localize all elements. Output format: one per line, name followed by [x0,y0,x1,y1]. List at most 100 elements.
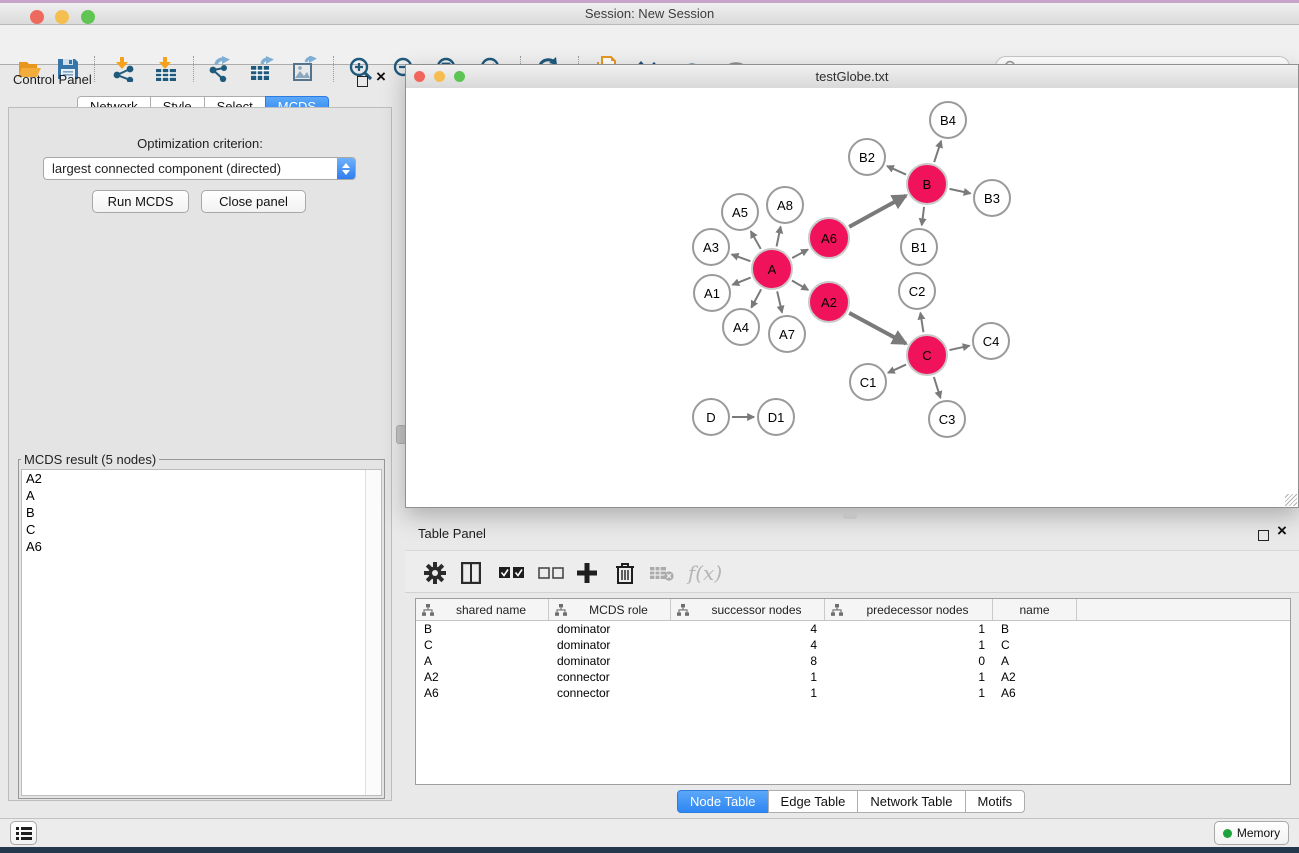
mcds-result-list[interactable]: A2 A B C A6 [21,469,382,796]
status-menu-button[interactable] [10,821,37,845]
graph-node-B2[interactable]: B2 [848,138,886,176]
table-row[interactable]: A6 connector 1 1 A6 [416,685,1290,701]
memory-status-icon [1223,829,1232,838]
control-panel-title: Control Panel [13,72,92,87]
table-row[interactable]: A2 connector 1 1 A2 [416,669,1290,685]
result-item[interactable]: A2 [22,470,381,487]
graph-node-D1[interactable]: D1 [757,398,795,436]
hierarchy-icon [555,604,567,616]
tab-node-table[interactable]: Node Table [677,790,769,813]
float-window-icon [357,76,368,87]
toolbar-separator [94,56,96,82]
export-network-button[interactable] [205,54,235,84]
delete-table-button[interactable] [647,558,677,588]
split-panel-button[interactable] [456,558,486,588]
table-settings-button[interactable] [420,558,450,588]
tab-motifs[interactable]: Motifs [965,790,1026,813]
float-window-icon [1258,530,1269,541]
show-all-columns-button[interactable] [497,558,527,588]
graph-node-B3[interactable]: B3 [973,179,1011,217]
close-traffic-light[interactable] [30,10,44,24]
status-bar [0,818,1299,847]
toolbar-separator [193,56,195,82]
memory-button[interactable]: Memory [1214,821,1289,845]
graph-node-D[interactable]: D [692,398,730,436]
result-scrollbar[interactable] [365,470,381,795]
minimize-traffic-light[interactable] [55,10,69,24]
graph-node-A8[interactable]: A8 [766,186,804,224]
result-item[interactable]: B [22,504,381,521]
hscroll-thumb[interactable] [843,511,857,519]
main-titlebar: Session: New Session [0,3,1299,25]
tab-network-table[interactable]: Network Table [857,790,965,813]
tab-edge-table[interactable]: Edge Table [768,790,859,813]
maximize-traffic-light[interactable] [81,10,95,24]
toolbar-separator [333,56,335,82]
fx-label: f(x) [688,561,722,585]
result-item[interactable]: A6 [22,538,381,555]
graph-node-B1[interactable]: B1 [900,228,938,266]
hierarchy-icon [677,604,689,616]
run-mcds-button[interactable]: Run MCDS [92,190,189,213]
criterion-dropdown[interactable]: largest connected component (directed) [43,157,356,180]
function-builder-button[interactable]: f(x) [683,558,727,588]
graph-node-A[interactable]: A [751,248,793,290]
control-panel-close-button[interactable]: × [376,72,386,82]
main-toolbar [0,25,1299,65]
column-header-predecessor-nodes[interactable]: predecessor nodes [825,599,993,620]
node-table[interactable]: shared name MCDS role successor nodes pr… [415,598,1291,785]
result-item[interactable]: C [22,521,381,538]
minimize-traffic-light[interactable] [434,71,445,82]
delete-column-button[interactable] [610,558,640,588]
network-pane-hscroll[interactable] [405,511,1299,519]
table-panel-tabs: Node Table Edge Table Network Table Moti… [677,790,1025,813]
criterion-value: largest connected component (directed) [44,161,337,176]
graph-node-C3[interactable]: C3 [928,400,966,438]
graph-node-A6[interactable]: A6 [808,217,850,259]
split-view-icon [461,562,481,584]
desktop-strip [0,847,1299,853]
graph-node-A2[interactable]: A2 [808,281,850,323]
graph-node-C2[interactable]: C2 [898,272,936,310]
graph-node-C4[interactable]: C4 [972,322,1010,360]
table-row[interactable]: A dominator 8 0 A [416,653,1290,669]
column-header-shared-name[interactable]: shared name [416,599,549,620]
gear-icon [424,562,446,584]
result-item[interactable]: A [22,487,381,504]
graph-node-A7[interactable]: A7 [768,315,806,353]
close-traffic-light[interactable] [414,71,425,82]
table-row[interactable]: C dominator 4 1 C [416,637,1290,653]
graph-node-C[interactable]: C [906,334,948,376]
optimization-criterion-label: Optimization criterion: [8,136,392,151]
graph-node-A3[interactable]: A3 [692,228,730,266]
control-panel-float-button[interactable] [357,74,368,92]
table-panel-close-button[interactable]: × [1277,526,1287,536]
mcds-result-title: MCDS result (5 nodes) [21,452,159,467]
network-canvas[interactable]: A A1 A2 A3 A4 A5 A6 A7 A8 B B1 B2 B3 B4 C C1 C2 C3 C4 D D1 [406,88,1298,507]
network-window-title: testGlobe.txt [406,65,1298,88]
table-panel-float-button[interactable] [1258,528,1269,546]
hide-all-columns-button[interactable] [536,558,566,588]
graph-node-B[interactable]: B [906,163,948,205]
maximize-traffic-light[interactable] [454,71,465,82]
import-table-button[interactable] [151,54,181,84]
column-header-successor-nodes[interactable]: successor nodes [671,599,825,620]
import-network-button[interactable] [109,54,139,84]
graph-node-C1[interactable]: C1 [849,363,887,401]
column-header-mcds-role[interactable]: MCDS role [549,599,671,620]
column-header-name[interactable]: name [993,599,1077,620]
table-row[interactable]: B dominator 4 1 B [416,621,1290,637]
trash-icon [616,562,634,584]
export-table-button[interactable] [247,54,277,84]
graph-node-A5[interactable]: A5 [721,193,759,231]
close-panel-button[interactable]: Close panel [201,190,306,213]
memory-label: Memory [1237,826,1280,840]
window-resize-grip[interactable] [1285,494,1297,506]
graph-node-A1[interactable]: A1 [693,274,731,312]
hierarchy-icon [831,604,843,616]
graph-node-B4[interactable]: B4 [929,101,967,139]
graph-node-A4[interactable]: A4 [722,308,760,346]
export-image-button[interactable] [290,54,320,84]
create-column-button[interactable] [572,558,602,588]
application-window: Session: New Session [0,0,1299,853]
